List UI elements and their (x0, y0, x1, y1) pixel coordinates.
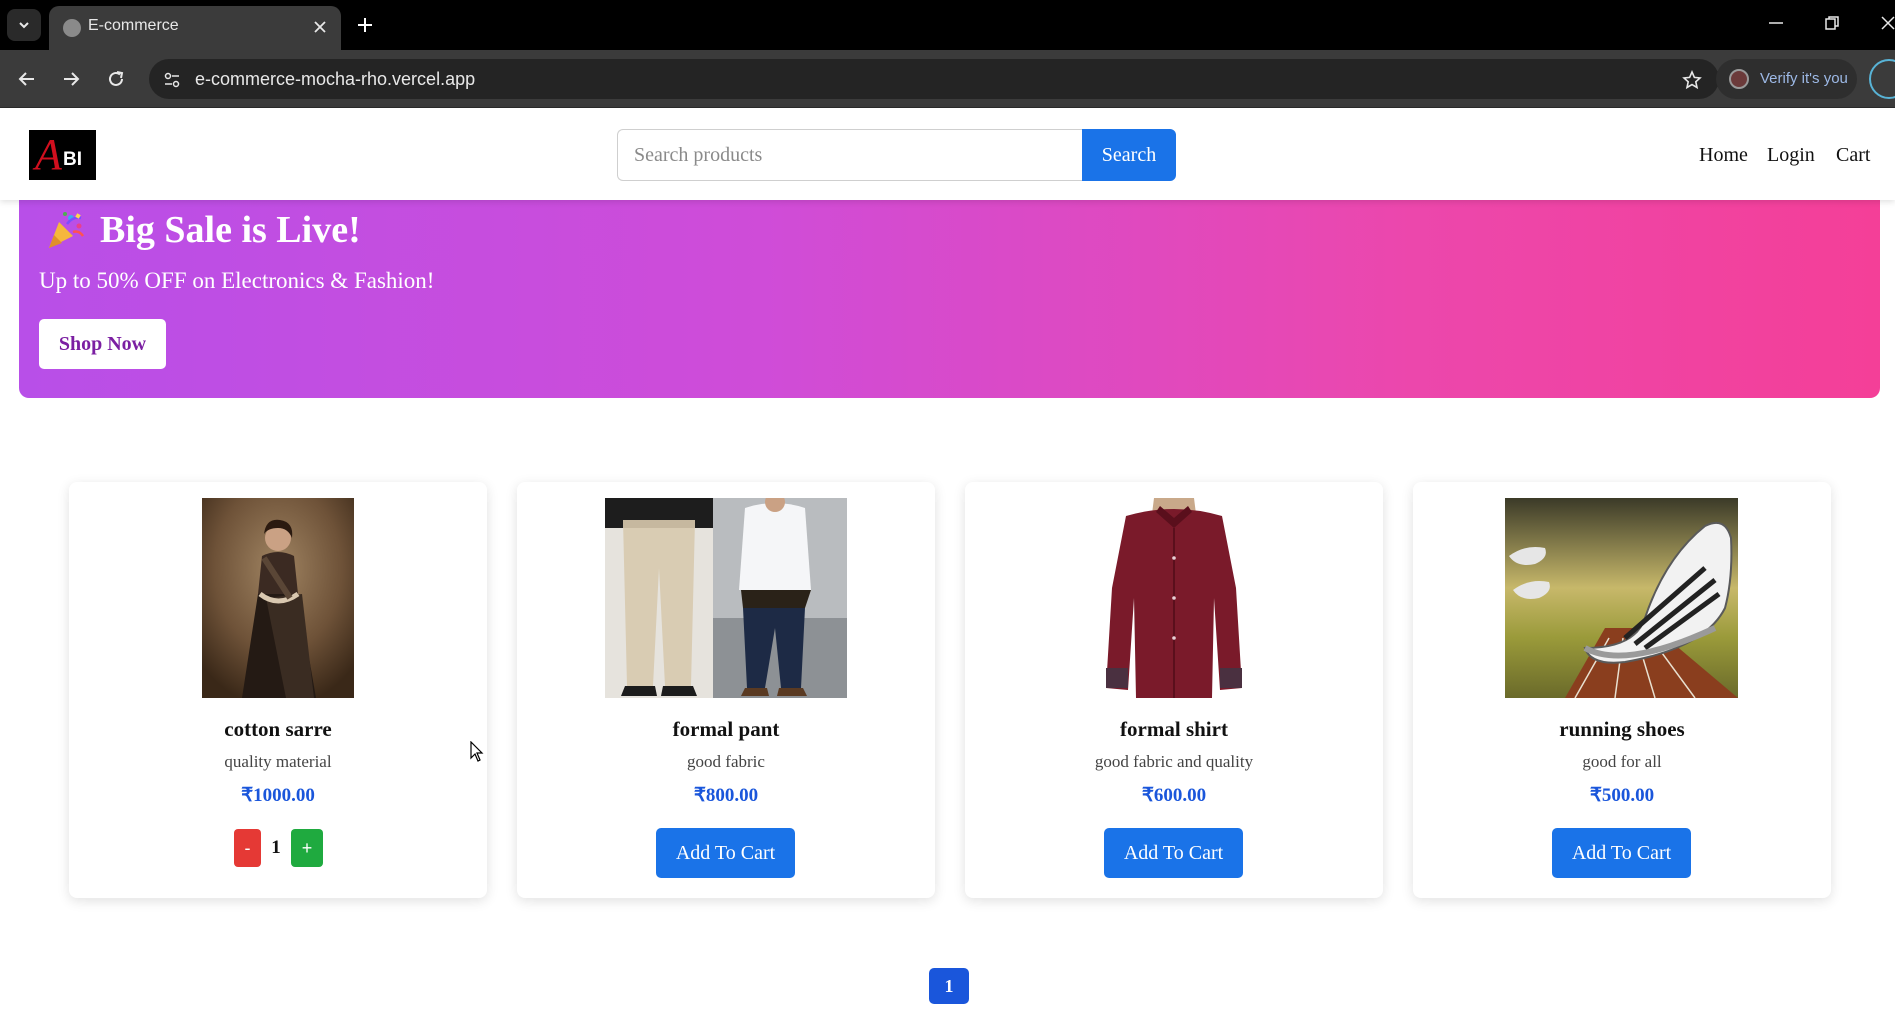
product-price: ₹1000.00 (241, 785, 315, 806)
product-image-shirt[interactable] (1096, 498, 1251, 698)
mouse-cursor-icon (470, 741, 484, 762)
product-description: good fabric (687, 752, 765, 771)
product-card: formal shirt good fabric and quality ₹60… (965, 482, 1383, 898)
decrease-quantity-button[interactable]: - (234, 829, 261, 867)
globe-icon (63, 19, 81, 37)
restore-icon[interactable] (1814, 8, 1850, 38)
minimize-icon[interactable] (1758, 8, 1794, 38)
quantity-stepper: - 1 + (234, 829, 324, 867)
reload-icon[interactable] (101, 64, 131, 94)
quantity-value: 1 (271, 837, 281, 858)
product-name: running shoes (1559, 717, 1685, 741)
product-name: formal pant (672, 717, 780, 741)
banner-title: Big Sale is Live! (100, 209, 361, 251)
close-tab-icon[interactable] (309, 16, 331, 38)
nav-home-link[interactable]: Home (1699, 144, 1748, 167)
chevron-down-icon (19, 22, 29, 29)
nav-cart-link[interactable]: Cart (1836, 144, 1870, 167)
product-card: running shoes good for all ₹500.00 Add T… (1413, 482, 1831, 898)
increase-quantity-button[interactable]: + (291, 829, 323, 867)
back-arrow-icon[interactable] (12, 64, 42, 94)
search-button[interactable]: Search (1082, 129, 1176, 181)
tab-title: E-commerce (88, 17, 179, 34)
avatar (1729, 69, 1749, 89)
banner-subtitle: Up to 50% OFF on Electronics & Fashion! (39, 268, 435, 293)
url-text: e-commerce-mocha-rho.vercel.app (195, 69, 476, 89)
address-bar[interactable]: e-commerce-mocha-rho.vercel.app (149, 59, 1719, 99)
logo-suffix: BI (63, 149, 82, 170)
add-to-cart-button[interactable]: Add To Cart (1104, 828, 1243, 878)
pagination-page-button[interactable]: 1 (929, 968, 969, 1004)
product-card: formal pant good fabric ₹800.00 Add To C… (517, 482, 935, 898)
site-info-icon[interactable] (159, 67, 185, 93)
product-name: cotton sarre (224, 717, 332, 741)
product-image-shoes[interactable] (1505, 498, 1738, 698)
product-description: good for all (1582, 752, 1662, 771)
new-tab-icon[interactable] (352, 12, 378, 38)
site-logo[interactable]: A BI (29, 130, 96, 180)
product-price: ₹800.00 (693, 785, 759, 806)
browser-menu-button[interactable] (1869, 59, 1895, 99)
logo-letter: A (35, 130, 62, 179)
close-window-icon[interactable] (1870, 8, 1895, 38)
product-name: formal shirt (1120, 717, 1228, 741)
site-header: A BI Search Home Login Cart (0, 108, 1895, 200)
verify-profile-chip[interactable]: Verify it's you (1716, 59, 1857, 99)
browser-tab-bar: E-commerce (0, 0, 1895, 50)
browser-tab[interactable]: E-commerce (49, 6, 341, 50)
party-popper-icon (49, 212, 85, 248)
forward-arrow-icon[interactable] (56, 64, 86, 94)
product-description: good fabric and quality (1094, 752, 1254, 771)
product-description: quality material (224, 752, 332, 771)
search-input[interactable] (617, 129, 1082, 181)
nav-login-link[interactable]: Login (1767, 144, 1815, 167)
shop-now-button[interactable]: Shop Now (39, 319, 166, 369)
add-to-cart-button[interactable]: Add To Cart (656, 828, 795, 878)
product-grid: cotton sarre quality material ₹1000.00 -… (69, 482, 1831, 898)
product-image-pant[interactable] (605, 498, 847, 698)
bookmark-star-icon[interactable] (1679, 67, 1705, 93)
add-to-cart-button[interactable]: Add To Cart (1552, 828, 1691, 878)
tab-search-button[interactable] (7, 9, 41, 41)
verify-label: Verify it's you (1760, 70, 1848, 87)
sale-banner: Big Sale is Live! Up to 50% OFF on Elect… (19, 190, 1880, 398)
product-price: ₹600.00 (1141, 785, 1207, 806)
product-image-saree[interactable] (202, 498, 354, 698)
product-card: cotton sarre quality material ₹1000.00 -… (69, 482, 487, 898)
product-price: ₹500.00 (1589, 785, 1655, 806)
browser-toolbar: e-commerce-mocha-rho.vercel.app Verify i… (0, 50, 1895, 108)
